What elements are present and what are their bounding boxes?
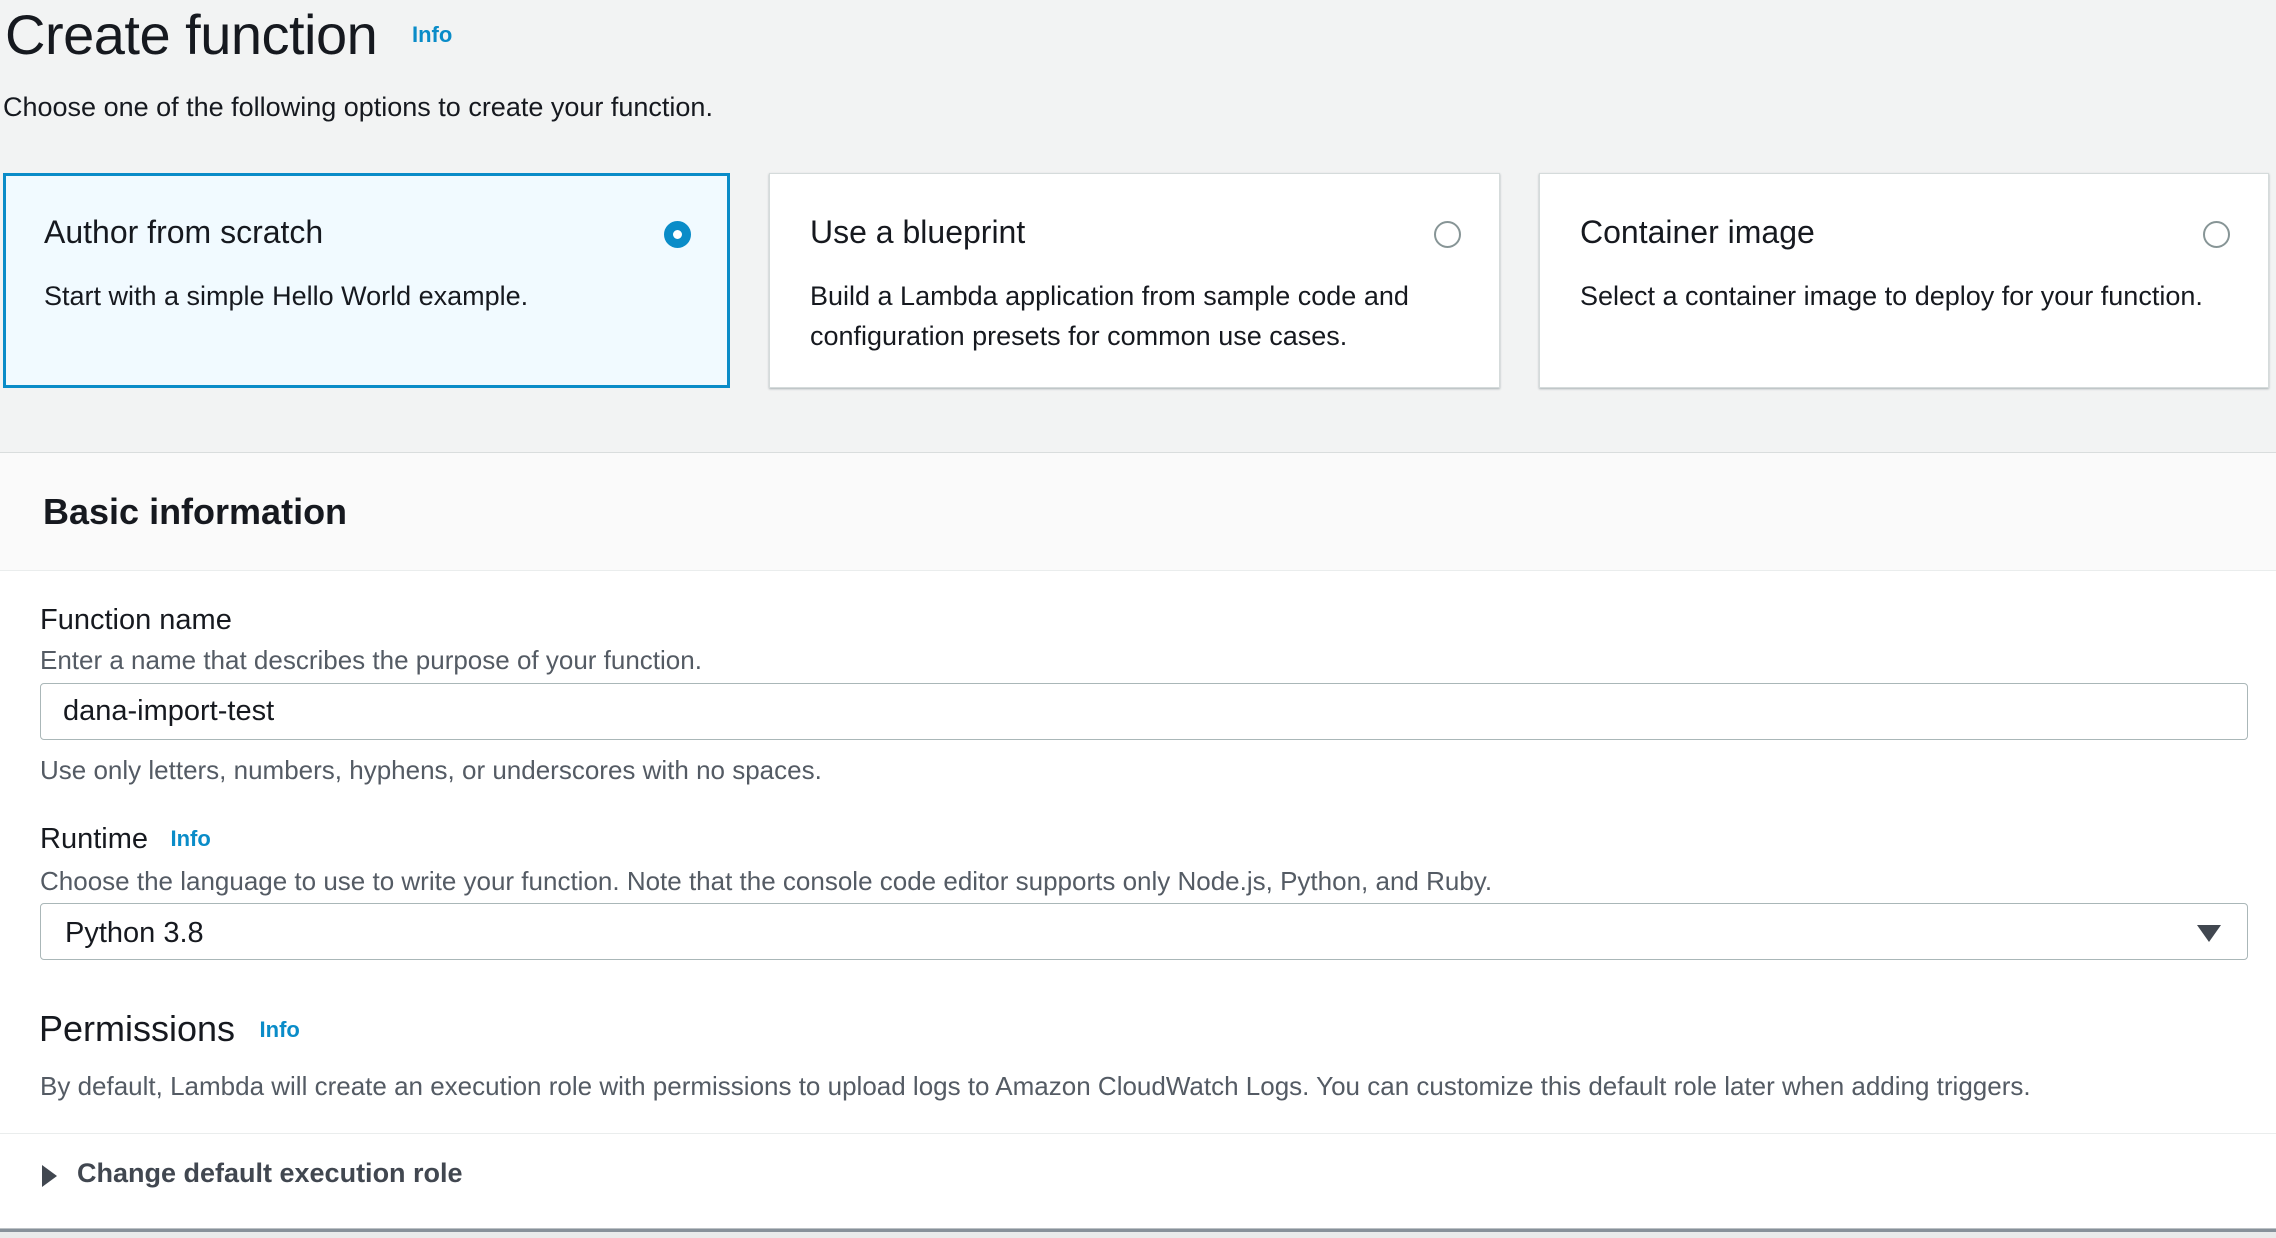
option-card-title: Use a blueprint	[810, 214, 1025, 251]
function-name-constraint: Use only letters, numbers, hyphens, or u…	[40, 755, 822, 786]
runtime-label: Runtime	[40, 823, 148, 856]
permissions-description: By default, Lambda will create an execut…	[40, 1071, 2236, 1102]
footer-strip	[0, 1232, 2276, 1238]
function-name-description: Enter a name that describes the purpose …	[40, 645, 702, 676]
runtime-description: Choose the language to use to write your…	[40, 866, 1492, 897]
create-function-page: Create function Info Choose one of the f…	[0, 0, 2276, 1238]
permissions-heading: Permissions	[39, 1008, 235, 1050]
basic-information-header: Basic information	[0, 452, 2276, 571]
radio-use-a-blueprint[interactable]	[1434, 221, 1461, 248]
runtime-selected-value: Python 3.8	[65, 917, 204, 950]
runtime-select[interactable]: Python 3.8	[40, 903, 2248, 960]
option-card-container-image[interactable]: Container image Select a container image…	[1539, 173, 2269, 388]
function-name-input[interactable]	[40, 683, 2248, 740]
option-card-title: Container image	[1580, 214, 1815, 251]
basic-information-heading: Basic information	[43, 491, 347, 533]
option-card-author-from-scratch[interactable]: Author from scratch Start with a simple …	[3, 173, 730, 388]
caret-right-icon	[42, 1165, 57, 1187]
permissions-heading-row: Permissions Info	[39, 1008, 300, 1050]
page-title: Create function	[5, 2, 377, 67]
option-card-description: Select a container image to deploy for y…	[1580, 276, 2228, 316]
caret-down-icon	[2197, 925, 2221, 942]
radio-container-image[interactable]	[2203, 221, 2230, 248]
option-card-description: Build a Lambda application from sample c…	[810, 276, 1459, 356]
page-subtitle: Choose one of the following options to c…	[3, 92, 713, 123]
basic-information-panel: Function name Enter a name that describe…	[0, 571, 2276, 1238]
function-name-label: Function name	[40, 604, 232, 637]
change-default-execution-role-label: Change default execution role	[77, 1158, 463, 1189]
title-info-link[interactable]: Info	[412, 22, 452, 48]
option-card-description: Start with a simple Hello World example.	[44, 276, 687, 316]
permissions-info-link[interactable]: Info	[260, 1017, 300, 1043]
change-default-execution-role-expander[interactable]: Change default execution role	[0, 1133, 2276, 1228]
runtime-label-row: Runtime Info	[40, 823, 211, 856]
runtime-info-link[interactable]: Info	[170, 826, 210, 852]
option-card-title: Author from scratch	[44, 214, 323, 251]
radio-author-from-scratch[interactable]	[664, 221, 691, 248]
option-card-use-a-blueprint[interactable]: Use a blueprint Build a Lambda applicati…	[769, 173, 1500, 388]
